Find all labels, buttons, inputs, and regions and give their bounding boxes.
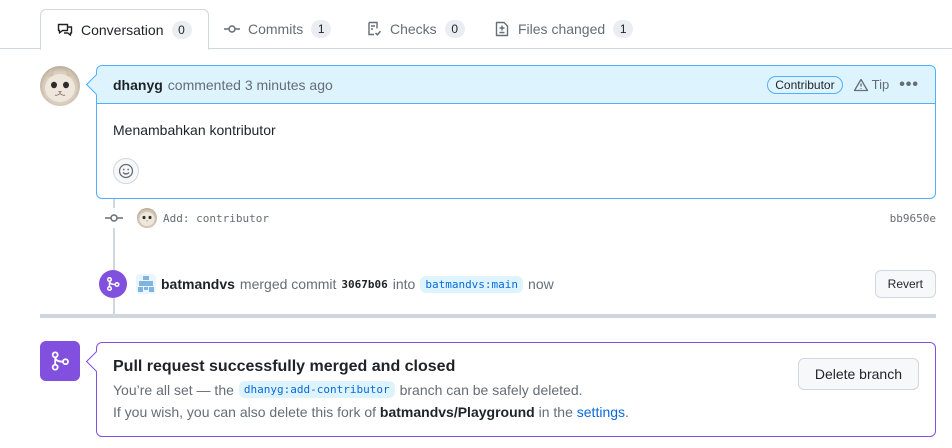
timeline-separator [40,314,936,318]
merge-status-branch-line: You’re all set — the dhanyg:add-contribu… [113,381,583,398]
pr-tab-bar: Conversation 0 Commits 1 Checks 0 Files … [0,0,952,50]
tab-counter: 1 [311,20,332,38]
git-merge-icon [40,341,80,381]
tab-counter: 1 [613,20,634,38]
line2-prefix: If you wish, you can also delete this fo… [113,404,377,420]
merge-into-text: into [392,276,416,292]
tab-label: Checks [390,21,437,37]
git-commit-icon [104,208,124,228]
alert-triangle-icon [853,78,868,91]
checklist-icon [368,21,382,36]
revert-button[interactable]: Revert [874,270,936,298]
merge-status-fork-line: If you wish, you can also delete this fo… [113,404,629,420]
comment-body: Menambahkan kontributor [113,122,276,138]
tab-label: Files changed [518,21,606,37]
merge-action-text: merged commit [239,276,337,292]
cat-avatar-icon [45,69,75,102]
line2-middle: in the [538,404,573,420]
commit-author-avatar[interactable] [137,208,157,228]
merge-actor-link[interactable]: batmandvs [161,276,235,292]
git-merge-icon [99,270,127,298]
merge-status-title: Pull request successfully merged and clo… [113,358,456,375]
tab-counter: 0 [171,20,192,39]
tip-button[interactable]: Tip [853,77,890,92]
tab-checks[interactable]: Checks 0 [350,9,481,49]
settings-link[interactable]: settings [577,404,625,420]
kebab-menu-icon[interactable]: ••• [899,76,919,94]
merge-event-text: batmandvs merged commit 3067b06 into bat… [161,275,554,293]
identicon-icon [138,276,154,292]
contributor-badge: Contributor [767,75,843,94]
line1-suffix: branch can be safely deleted. [399,381,583,398]
timeline-merge-event: batmandvs merged commit 3067b06 into bat… [99,268,936,300]
head-branch-link[interactable]: dhanyg:add-contributor [238,381,395,398]
target-branch-link[interactable]: batmandvs:main [420,275,524,293]
tab-label: Commits [248,21,304,37]
comment-discussion-icon [57,23,73,36]
tab-label: Conversation [81,21,164,38]
comment-header: dhanyg commented 3 minutes ago Contribut… [97,66,935,104]
tab-files-changed[interactable]: Files changed 1 [478,9,649,49]
line1-prefix: You’re all set — the [113,381,234,398]
merge-status-panel: Pull request successfully merged and clo… [96,342,936,437]
delete-branch-button[interactable]: Delete branch [797,358,919,390]
add-reaction-button[interactable] [113,158,139,184]
timeline-commit: Add: contributor bb9650e [104,206,936,230]
merger-avatar[interactable] [136,274,156,294]
commit-sha-link[interactable]: bb9650e [890,212,936,225]
avatar[interactable] [40,66,80,106]
tip-label: Tip [871,77,890,92]
commit-message-link[interactable]: Add: contributor [163,212,269,225]
comment-timestamp[interactable]: commented 3 minutes ago [168,77,333,93]
git-commit-icon [224,25,240,33]
tab-conversation[interactable]: Conversation 0 [40,9,209,50]
smiley-icon [118,163,134,179]
line2-end: . [625,404,629,420]
tab-counter: 0 [444,20,465,38]
fork-repo-name: batmandvs/Playground [379,404,535,420]
merge-commit-sha-link[interactable]: 3067b06 [341,278,387,291]
file-diff-icon [495,21,509,37]
merge-time-link[interactable]: now [528,276,554,292]
comment-author[interactable]: dhanyg [113,77,163,93]
tab-commits[interactable]: Commits 1 [208,9,347,49]
comment-card: dhanyg commented 3 minutes ago Contribut… [96,65,936,199]
